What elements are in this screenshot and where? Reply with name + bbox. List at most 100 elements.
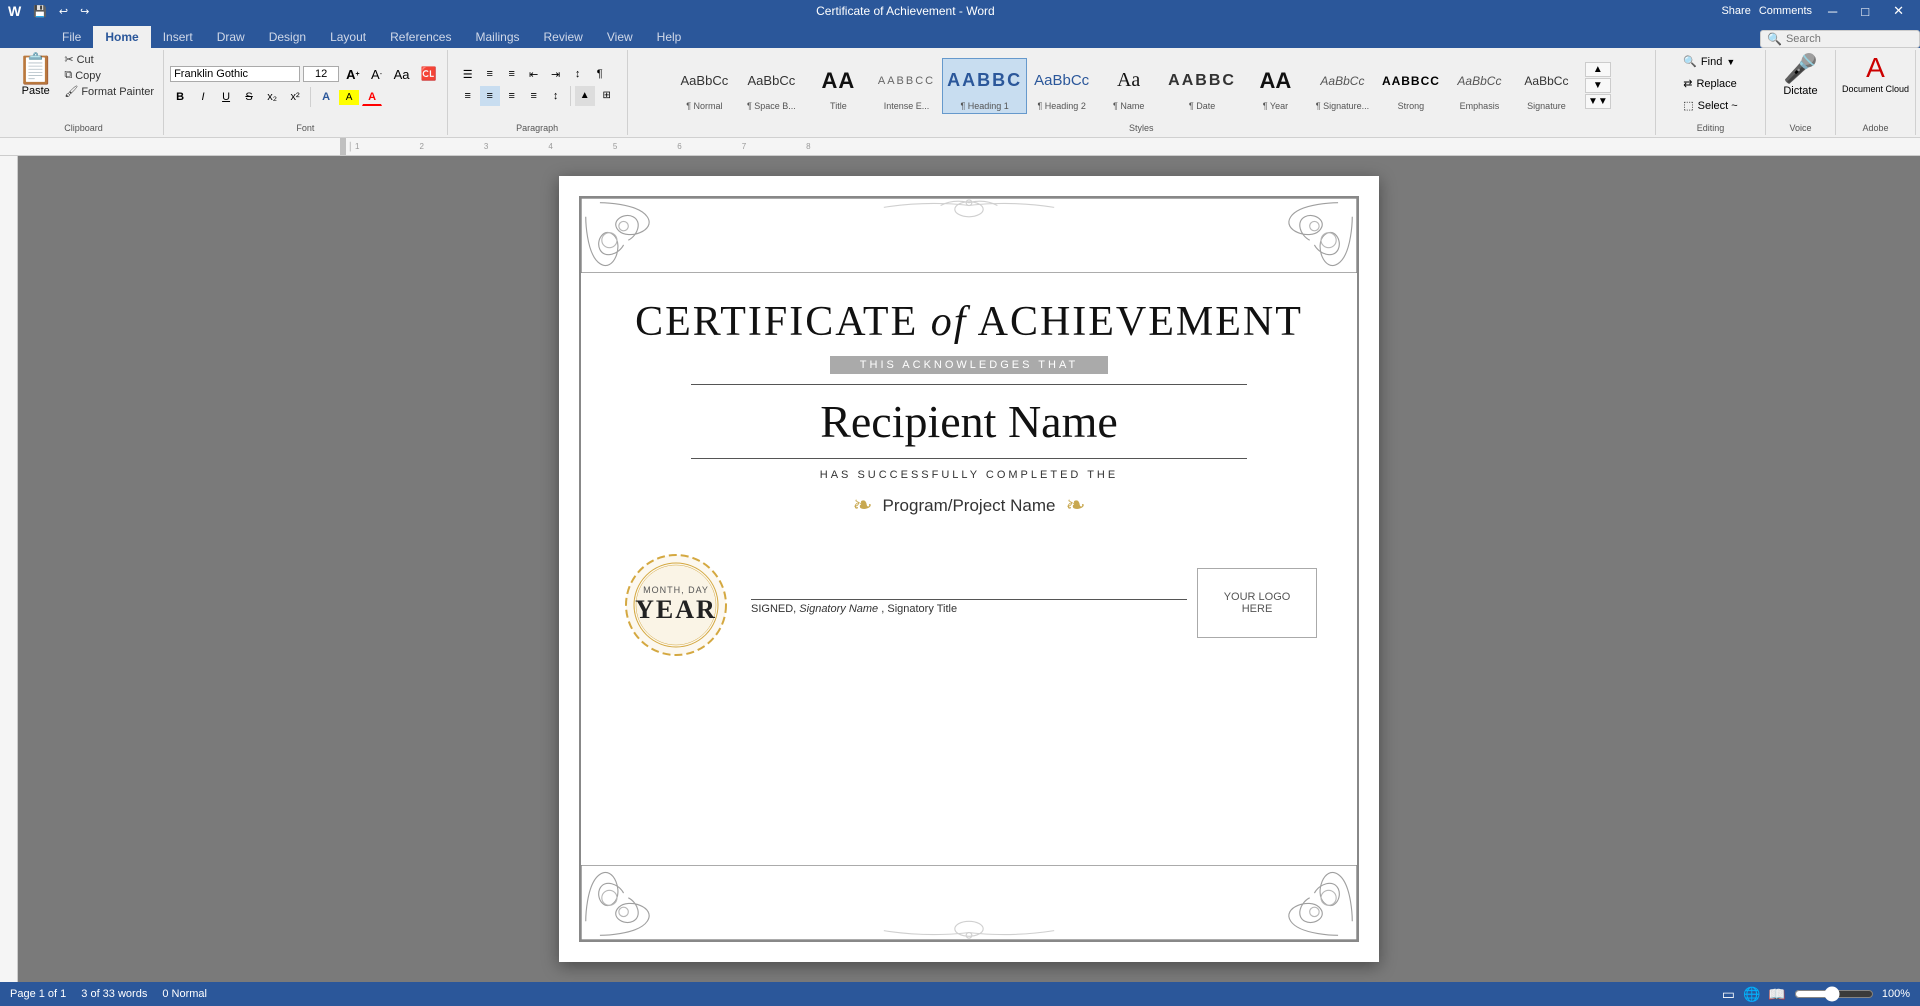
tab-home[interactable]: Home	[93, 26, 150, 48]
borders-button[interactable]: ⊞	[597, 86, 617, 106]
sort-button[interactable]: ↕	[568, 66, 588, 83]
font-group: A+ A- Aa 🆑 B I U S x₂ x² A A A	[164, 50, 448, 135]
style-title-label: Title	[830, 101, 847, 111]
line-spacing-button[interactable]: ↕	[546, 86, 566, 106]
cert-title-text2: ACHIEVEMENT	[978, 299, 1303, 345]
style-space-before[interactable]: AaBbCc ¶ Space B...	[739, 58, 804, 114]
cert-title-of: of	[931, 299, 968, 345]
font-size-input[interactable]	[303, 66, 339, 82]
style-intense-emphasis[interactable]: AABBCC Intense E...	[873, 58, 940, 114]
styles-scroll-down-button[interactable]: ▼	[1585, 78, 1611, 93]
select-icon: ⬚	[1683, 99, 1693, 112]
program-ornament-right: ❧	[1065, 491, 1085, 520]
style-signature2[interactable]: AaBbCc Signature	[1514, 58, 1579, 114]
tab-review[interactable]: Review	[532, 26, 595, 48]
format-painter-button[interactable]: 🖌 Format Painter	[61, 84, 157, 99]
underline-button[interactable]: U	[216, 89, 236, 105]
tab-view[interactable]: View	[595, 26, 645, 48]
style-emphasis[interactable]: AaBbCc Emphasis	[1447, 58, 1512, 114]
style-heading2[interactable]: AaBbCc ¶ Heading 2	[1029, 58, 1094, 114]
zoom-slider[interactable]	[1794, 986, 1874, 1002]
web-layout-button[interactable]: 🌐	[1743, 986, 1760, 1003]
replace-button[interactable]: ⇄ Replace	[1676, 74, 1744, 93]
style-date[interactable]: AABBC ¶ Date	[1163, 58, 1241, 114]
bullets-button[interactable]: ☰	[458, 66, 478, 83]
align-center-button[interactable]: ≡	[480, 86, 500, 106]
quick-access-save[interactable]: 💾	[33, 5, 47, 18]
document-cloud-button[interactable]: A Document Cloud	[1842, 52, 1909, 94]
select-button[interactable]: ⬚ Select ~	[1676, 96, 1744, 115]
style-normal[interactable]: AaBbCc ¶ Normal	[672, 58, 737, 114]
superscript-button[interactable]: x²	[285, 89, 305, 105]
multilevel-list-button[interactable]: ≡	[502, 66, 522, 83]
quick-access-undo[interactable]: ↩	[59, 5, 68, 18]
cert-title-text1: CERTIFICATE	[635, 299, 931, 345]
show-formatting-button[interactable]: ¶	[590, 66, 610, 83]
editing-group: 🔍 Find ▼ ⇄ Replace ⬚ Select ~ Editing	[1656, 50, 1766, 135]
editing-group-label: Editing	[1697, 123, 1725, 133]
document-area[interactable]: CERTIFICATE of ACHIEVEMENT THIS ACKNOWLE…	[18, 156, 1920, 982]
tab-draw[interactable]: Draw	[205, 26, 257, 48]
close-button[interactable]: ✕	[1885, 3, 1912, 19]
seal-month-day: MONTH, DAY	[643, 585, 709, 595]
style-space-before-preview: AaBbCc	[748, 61, 796, 101]
comments-button[interactable]: Comments	[1759, 5, 1812, 17]
certificate-signature-area: SIGNED, Signatory Name , Signatory Title	[751, 560, 1187, 615]
decrease-indent-button[interactable]: ⇤	[524, 66, 544, 83]
certificate-recipient: Recipient Name	[820, 395, 1118, 448]
tab-layout[interactable]: Layout	[318, 26, 378, 48]
italic-button[interactable]: I	[193, 89, 213, 105]
font-size-increase-button[interactable]: A+	[342, 65, 363, 84]
paste-button[interactable]: 📋 Paste	[10, 52, 61, 105]
subscript-button[interactable]: x₂	[262, 89, 282, 105]
bold-button[interactable]: B	[170, 89, 190, 105]
tab-file[interactable]: File	[50, 26, 93, 48]
signature-line	[751, 570, 1187, 600]
text-effects-button[interactable]: A	[316, 89, 336, 105]
find-button[interactable]: 🔍 Find ▼	[1676, 52, 1742, 71]
style-heading1[interactable]: AABBC ¶ Heading 1	[942, 58, 1027, 114]
style-normal-preview: AaBbCc	[681, 61, 729, 101]
tab-design[interactable]: Design	[257, 26, 318, 48]
dictate-button[interactable]: 🎤 Dictate	[1783, 52, 1818, 97]
increase-indent-button[interactable]: ⇥	[546, 66, 566, 83]
align-left-button[interactable]: ≡	[458, 86, 478, 106]
font-size-decrease-button[interactable]: A-	[367, 65, 387, 84]
tab-help[interactable]: Help	[645, 26, 694, 48]
change-case-button[interactable]: Aa	[390, 65, 414, 84]
font-controls: A+ A- Aa 🆑 B I U S x₂ x² A A A	[170, 64, 441, 107]
strikethrough-button[interactable]: S	[239, 89, 259, 105]
share-button[interactable]: Share	[1721, 5, 1750, 17]
style-signature[interactable]: AaBbCc ¶ Signature...	[1310, 58, 1375, 114]
search-input[interactable]	[1786, 33, 1886, 45]
styles-expand-button[interactable]: ▼▼	[1585, 94, 1611, 109]
cut-button[interactable]: ✂ Cut	[61, 52, 157, 67]
styles-scroll-up-button[interactable]: ▲	[1585, 62, 1611, 77]
print-layout-button[interactable]: ▭	[1722, 986, 1735, 1003]
shading-button[interactable]: ▲	[575, 86, 595, 106]
style-strong-label: Strong	[1398, 101, 1425, 111]
style-title[interactable]: AA Title	[806, 58, 871, 114]
read-mode-button[interactable]: 📖	[1768, 986, 1785, 1003]
tab-mailings[interactable]: Mailings	[463, 26, 531, 48]
top-ornament	[581, 198, 1357, 273]
minimize-button[interactable]: ─	[1820, 4, 1845, 19]
style-strong[interactable]: AABBCC Strong	[1377, 58, 1445, 114]
font-color-button[interactable]: A	[362, 89, 382, 106]
maximize-button[interactable]: □	[1853, 4, 1877, 19]
style-year[interactable]: AA ¶ Year	[1243, 58, 1308, 114]
justify-button[interactable]: ≡	[524, 86, 544, 106]
font-name-input[interactable]	[170, 66, 300, 82]
numbering-button[interactable]: ≡	[480, 66, 500, 83]
copy-button[interactable]: ⧉ Copy	[61, 68, 157, 83]
style-name[interactable]: Aa ¶ Name	[1096, 58, 1161, 114]
status-bar: Page 1 of 1 3 of 33 words 0 Normal ▭ 🌐 📖…	[0, 982, 1920, 1006]
tab-insert[interactable]: Insert	[151, 26, 205, 48]
tab-references[interactable]: References	[378, 26, 463, 48]
font-group-label: Font	[296, 123, 314, 133]
align-right-button[interactable]: ≡	[502, 86, 522, 106]
text-highlight-button[interactable]: A	[339, 90, 359, 105]
quick-access-redo[interactable]: ↪	[80, 5, 89, 18]
clear-formatting-button[interactable]: 🆑	[416, 64, 440, 84]
status-right: ▭ 🌐 📖 100%	[1722, 986, 1910, 1003]
